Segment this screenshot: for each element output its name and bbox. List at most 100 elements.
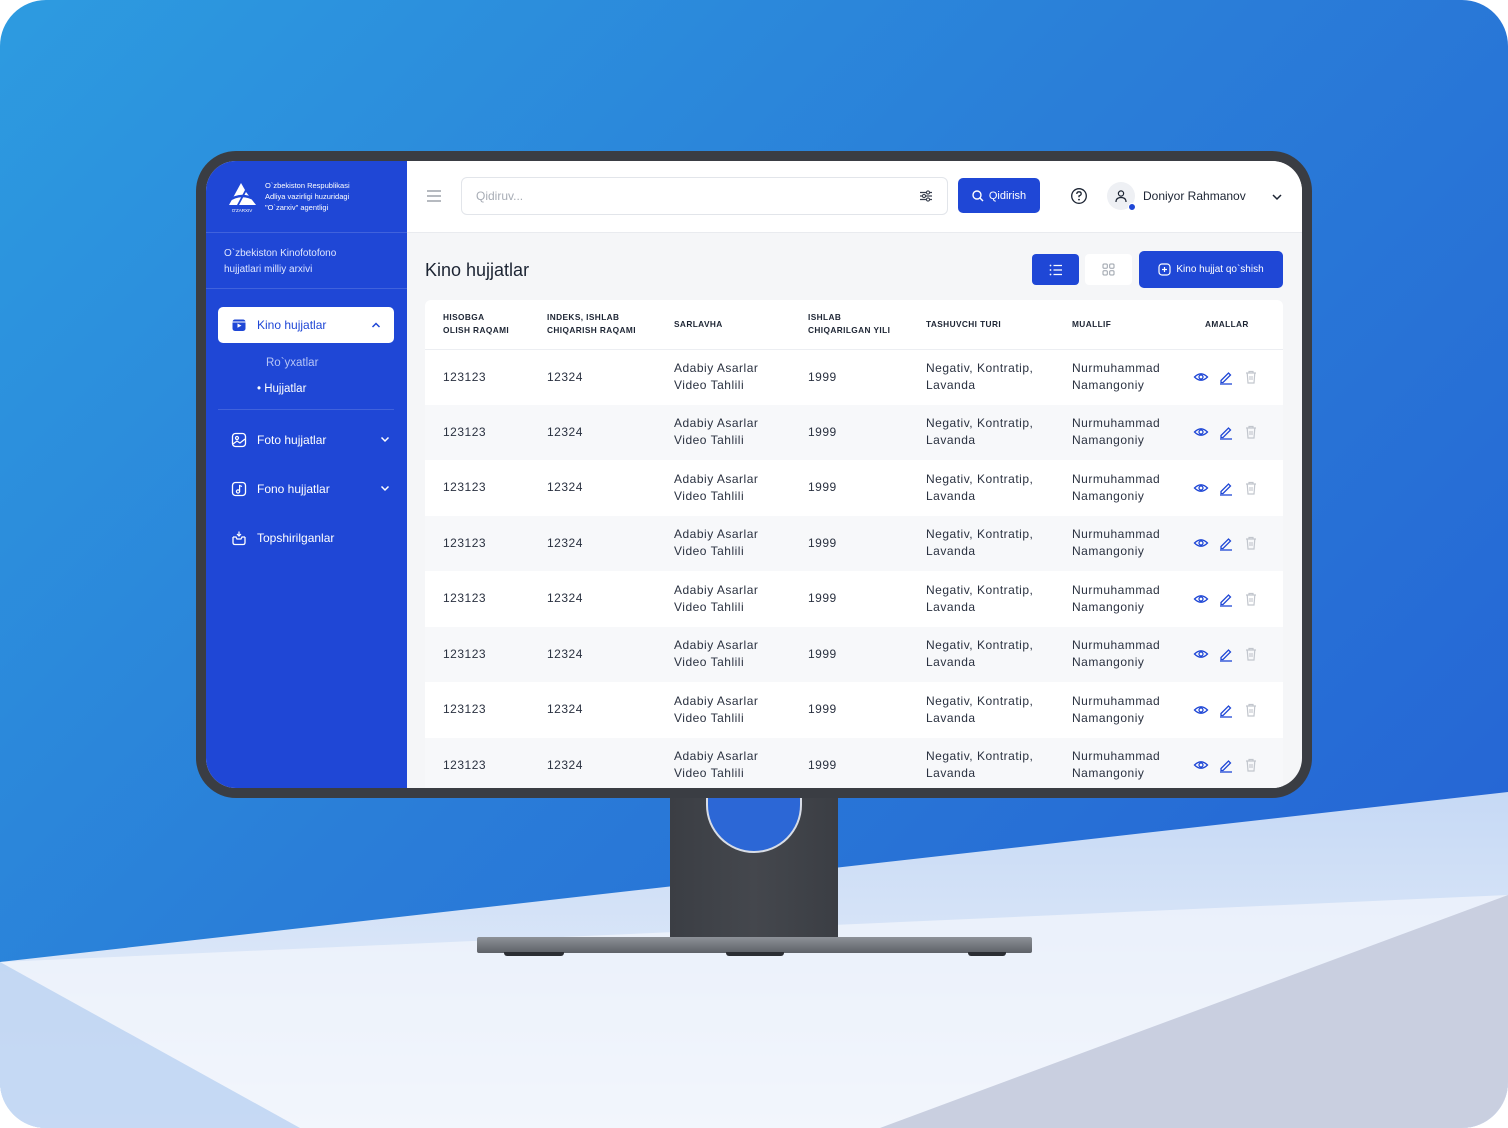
sidebar-item-fono-hujjatlar[interactable]: Fono hujjatlar bbox=[231, 479, 391, 499]
column-header-line: MUALLIF bbox=[1072, 318, 1112, 329]
cell-yil: 1999 bbox=[808, 571, 926, 627]
sidebar-item-topshirilganlar[interactable]: Topshirilganlar bbox=[231, 528, 391, 548]
sidebar-subitem-royxatlar[interactable]: Ro`yxatlar bbox=[266, 357, 318, 369]
table-row[interactable]: 123123 12324 Adabiy Asarlar Video Tahlili… bbox=[425, 626, 1283, 682]
cell-text: Negativ, Kontratip, bbox=[926, 693, 1034, 708]
chevron-down-icon[interactable] bbox=[1271, 191, 1283, 203]
column-header[interactable]: INDEKS, ISHLAB CHIQARISH RAQAMI bbox=[547, 300, 674, 350]
cell-sarlavha: Adabiy Asarlar Video Tahlili bbox=[674, 682, 808, 738]
cell-text: 123123 bbox=[443, 646, 487, 661]
eye-icon[interactable] bbox=[1193, 480, 1209, 496]
eye-icon[interactable] bbox=[1193, 591, 1209, 607]
brand: O'ZARXIV O`zbekiston Respublikasi Adliya… bbox=[206, 161, 407, 233]
cell-hisob: 123123 bbox=[425, 349, 547, 405]
eye-icon[interactable] bbox=[1193, 424, 1209, 440]
cell-muallif: Nurmuhammad Namangoniy bbox=[1072, 682, 1193, 738]
cell-hisob: 123123 bbox=[425, 460, 547, 516]
pencil-icon[interactable] bbox=[1218, 702, 1234, 718]
search-button[interactable]: Qidirish bbox=[958, 178, 1040, 213]
pencil-icon[interactable] bbox=[1218, 369, 1234, 385]
cell-text: 123123 bbox=[443, 424, 487, 439]
add-button-label: Kino hujjat qo`shish bbox=[1176, 264, 1264, 275]
brand-org-name: O`zbekiston Respublikasi Adliya vazirlig… bbox=[265, 180, 350, 213]
eye-icon[interactable] bbox=[1193, 646, 1209, 662]
cell-text: Negativ, Kontratip, bbox=[926, 416, 1034, 431]
column-header[interactable]: MUALLIF bbox=[1072, 300, 1193, 350]
cell-text: 1999 bbox=[808, 424, 837, 439]
table-row[interactable]: 123123 12324 Adabiy Asarlar Video Tahlili… bbox=[425, 349, 1283, 405]
sidebar-item-kino-hujjatlar[interactable]: Kino hujjatlar bbox=[218, 307, 394, 343]
table: HISOBGA OLISH RAQAMI INDEKS, ISHLAB CHIQAR… bbox=[425, 300, 1283, 788]
list-view-icon bbox=[1049, 264, 1062, 275]
help-icon[interactable] bbox=[1070, 187, 1088, 205]
cell-text: 123123 bbox=[443, 480, 487, 495]
grid-view-button[interactable] bbox=[1085, 254, 1132, 285]
cell-hisob: 123123 bbox=[425, 515, 547, 571]
cell-text: Lavanda bbox=[926, 599, 976, 614]
pencil-icon[interactable] bbox=[1218, 535, 1234, 551]
table-row[interactable]: 123123 12324 Adabiy Asarlar Video Tahlili… bbox=[425, 404, 1283, 460]
table-row[interactable]: 123123 12324 Adabiy Asarlar Video Tahlili… bbox=[425, 460, 1283, 516]
cell-text: 1999 bbox=[808, 591, 837, 606]
trash-icon[interactable] bbox=[1243, 369, 1259, 385]
cell-text: Nurmuhammad bbox=[1072, 416, 1161, 431]
cell-text: 12324 bbox=[547, 424, 583, 439]
sidebar-subitem-hujjatlar[interactable]: • Hujjatlar bbox=[257, 383, 306, 395]
cell-text: Lavanda bbox=[926, 488, 976, 503]
pencil-icon[interactable] bbox=[1218, 480, 1234, 496]
cell-text: Namangoniy bbox=[1072, 599, 1145, 614]
cell-muallif: Nurmuhammad Namangoniy bbox=[1072, 404, 1193, 460]
cell-text: Video Tahlili bbox=[674, 599, 745, 614]
eye-icon[interactable] bbox=[1193, 535, 1209, 551]
add-kino-hujjat-button[interactable]: Kino hujjat qo`shish bbox=[1139, 251, 1283, 288]
search-input[interactable] bbox=[461, 177, 948, 215]
cell-text: 1999 bbox=[808, 646, 837, 661]
archive-line: O`zbekiston Kinofotofono bbox=[224, 248, 337, 259]
add-icon bbox=[1158, 263, 1171, 276]
table-row[interactable]: 123123 12324 Adabiy Asarlar Video Tahlili… bbox=[425, 737, 1283, 788]
eye-icon[interactable] bbox=[1193, 757, 1209, 773]
user-name[interactable]: Doniyor Rahmanov bbox=[1143, 189, 1246, 203]
cell-yil: 1999 bbox=[808, 737, 926, 788]
trash-icon[interactable] bbox=[1243, 757, 1259, 773]
column-header-line: CHIQARISH RAQAMI bbox=[547, 325, 636, 336]
table-row[interactable]: 123123 12324 Adabiy Asarlar Video Tahlili… bbox=[425, 515, 1283, 571]
table-row[interactable]: 123123 12324 Adabiy Asarlar Video Tahlili… bbox=[425, 682, 1283, 738]
trash-icon[interactable] bbox=[1243, 646, 1259, 662]
trash-icon[interactable] bbox=[1243, 424, 1259, 440]
trash-icon[interactable] bbox=[1243, 702, 1259, 718]
list-view-button[interactable] bbox=[1032, 254, 1079, 285]
pencil-icon[interactable] bbox=[1218, 646, 1234, 662]
column-header-line: SARLAVHA bbox=[674, 318, 723, 329]
trash-icon[interactable] bbox=[1243, 480, 1259, 496]
trash-icon[interactable] bbox=[1243, 591, 1259, 607]
filter-icon[interactable] bbox=[919, 189, 933, 203]
archive-line: hujjatlari milliy arxivi bbox=[224, 264, 313, 275]
chevron-up-icon bbox=[371, 322, 381, 328]
cell-text: Video Tahlili bbox=[674, 710, 745, 725]
column-header[interactable]: SARLAVHA bbox=[674, 300, 808, 350]
pencil-icon[interactable] bbox=[1218, 757, 1234, 773]
stand-foot bbox=[504, 952, 564, 956]
cell-text: Namangoniy bbox=[1072, 378, 1145, 392]
eye-icon[interactable] bbox=[1193, 702, 1209, 718]
pencil-icon[interactable] bbox=[1218, 591, 1234, 607]
sidebar-item-foto-hujjatlar[interactable]: Foto hujjatlar bbox=[231, 430, 391, 450]
pencil-icon[interactable] bbox=[1218, 424, 1234, 440]
column-header[interactable]: HISOBGA OLISH RAQAMI bbox=[425, 300, 547, 350]
cell-text: 1999 bbox=[808, 757, 837, 772]
column-header[interactable]: TASHUVCHI TURI bbox=[926, 300, 1072, 350]
column-header[interactable]: ISHLAB CHIQARILGAN YILI bbox=[808, 300, 926, 350]
table-row[interactable]: 123123 12324 Adabiy Asarlar Video Tahlili… bbox=[425, 571, 1283, 627]
cell-text: Negativ, Kontratip, bbox=[926, 638, 1034, 653]
cell-text: Namangoniy bbox=[1072, 544, 1145, 559]
avatar[interactable] bbox=[1107, 182, 1136, 211]
cell-text: Nurmuhammad bbox=[1072, 471, 1161, 486]
cell-text: 1999 bbox=[808, 535, 837, 550]
menu-icon[interactable] bbox=[427, 190, 441, 202]
trash-icon[interactable] bbox=[1243, 535, 1259, 551]
cell-indeks: 12324 bbox=[547, 404, 674, 460]
eye-icon[interactable] bbox=[1193, 369, 1209, 385]
cell-text: 123123 bbox=[443, 757, 487, 772]
cell-sarlavha: Adabiy Asarlar Video Tahlili bbox=[674, 515, 808, 571]
